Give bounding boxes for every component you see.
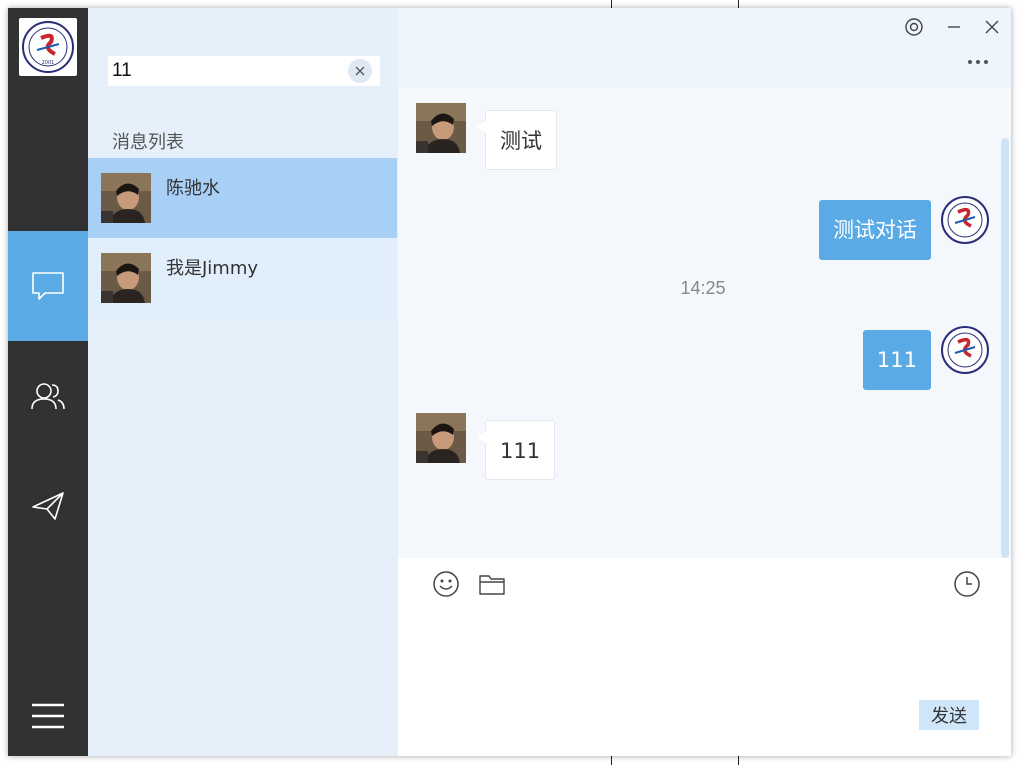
hamburger-menu-icon [32, 703, 64, 729]
history-button[interactable] [951, 568, 983, 600]
minimize-icon [948, 26, 960, 28]
settings-button[interactable] [903, 16, 925, 38]
search-box [108, 56, 380, 86]
message-bubble-outgoing: 测试对话 [819, 200, 931, 260]
chat-bubble-icon [32, 272, 64, 300]
conversation-name: 陈驰水 [166, 178, 220, 199]
conversation-item[interactable]: 我是Jimmy [88, 238, 397, 318]
avatar [940, 195, 990, 245]
timestamp: 14:25 [680, 278, 726, 298]
avatar [101, 173, 151, 223]
search-input[interactable] [108, 56, 338, 86]
minimize-button[interactable] [943, 16, 965, 38]
svg-text:2001: 2001 [42, 60, 55, 66]
message-bubble-incoming: 111 [476, 420, 556, 480]
close-icon [985, 20, 999, 34]
more-icon-dot [976, 60, 980, 64]
settings-icon [905, 18, 923, 36]
paper-plane-icon [32, 492, 64, 520]
more-icon [968, 60, 972, 64]
school-logo: 2001 [19, 18, 77, 76]
emoji-icon [433, 571, 459, 597]
avatar [101, 253, 151, 303]
rail-chat-button[interactable] [8, 231, 88, 341]
avatar [416, 103, 466, 153]
rail-contacts-button[interactable] [8, 341, 88, 451]
close-button[interactable] [981, 16, 1003, 38]
chat-area: 测试 测试对话 14:25 111 111 发送 [398, 8, 1011, 756]
file-button[interactable] [476, 568, 508, 600]
list-title: 消息列表 [112, 132, 184, 153]
nav-rail: 2001 [8, 8, 88, 756]
clock-icon [954, 571, 980, 597]
message-list: 测试 测试对话 14:25 111 111 [398, 88, 1011, 558]
close-icon [355, 66, 365, 76]
conversation-name: 我是Jimmy [166, 258, 259, 279]
conversation-list-panel: 消息列表 陈驰水 [88, 8, 398, 756]
chat-window: 2001 11 消息列表 陈驰水 我是Jimmy 测试 测试对话 14:25 1… [8, 8, 1011, 756]
send-button[interactable]: 发送 [919, 700, 979, 730]
folder-icon [479, 575, 505, 595]
conversation-item[interactable]: 陈驰水 [88, 158, 397, 238]
composer: 发送 [398, 558, 1011, 756]
rail-menu-button[interactable] [8, 696, 88, 736]
message-bubble-outgoing: 111 [862, 330, 931, 390]
emoji-button[interactable] [430, 568, 462, 600]
contacts-icon [31, 383, 65, 410]
rail-send-button[interactable] [8, 451, 88, 561]
search-clear-button[interactable] [348, 59, 372, 83]
chat-header [398, 8, 1011, 88]
more-button[interactable] [963, 52, 993, 72]
avatar [940, 325, 990, 375]
message-scrollbar[interactable] [1001, 138, 1009, 558]
avatar [416, 413, 466, 463]
more-icon-dot [984, 60, 988, 64]
message-bubble-incoming: 测试 [477, 110, 557, 170]
